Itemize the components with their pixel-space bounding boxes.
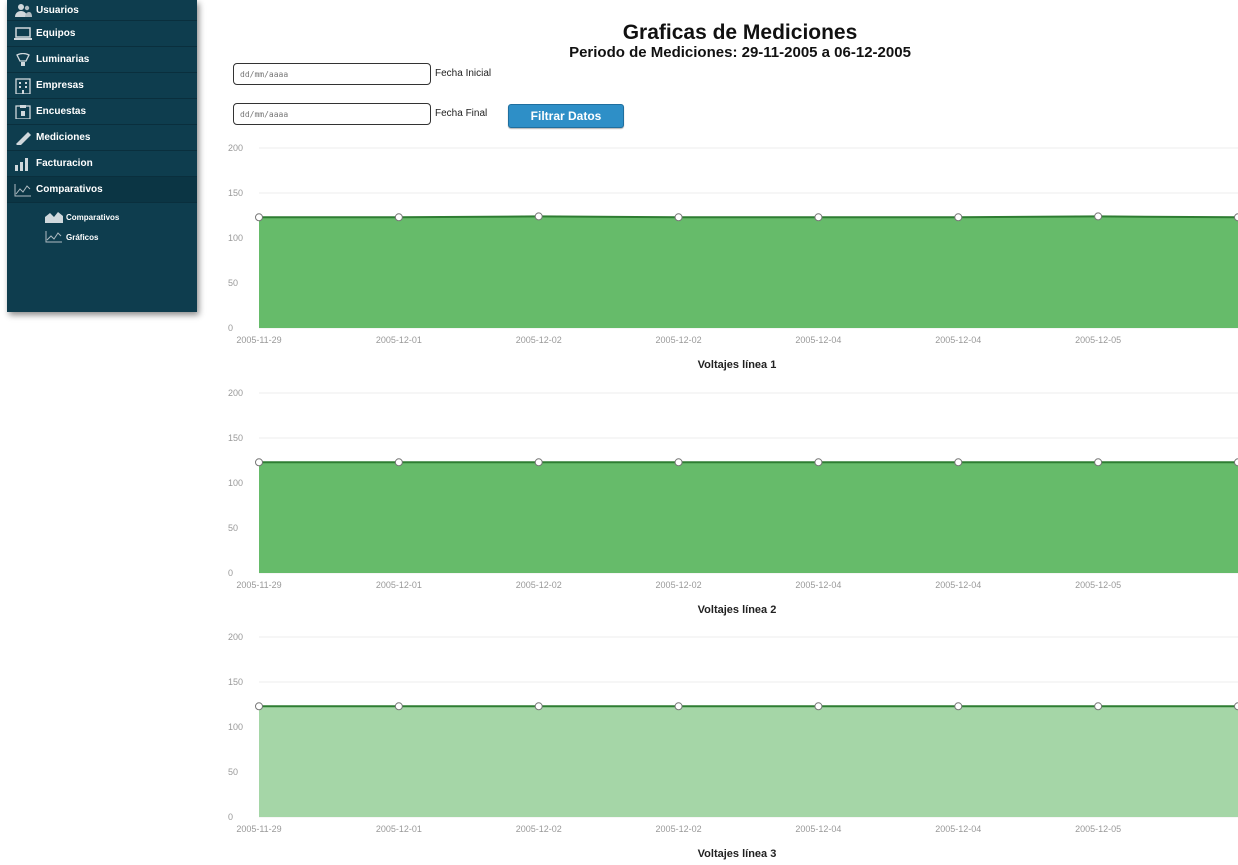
data-point[interactable] bbox=[1234, 458, 1238, 467]
data-point[interactable] bbox=[534, 212, 543, 221]
voltage-chart-line-1: 0 50 100 150 200 2005-11-29 2005-12-01 2005-12-… bbox=[228, 143, 1238, 371]
x-tick-label: 2005-12-01 bbox=[376, 824, 422, 834]
chart-title: Voltajes línea 3 bbox=[698, 848, 777, 860]
filter-button[interactable]: Filtrar Datos bbox=[508, 104, 624, 128]
y-tick-label: 150 bbox=[228, 433, 243, 443]
data-point[interactable] bbox=[814, 213, 823, 222]
data-point[interactable] bbox=[394, 702, 403, 711]
x-tick-label: 2005-11-29 bbox=[236, 335, 281, 345]
series-area bbox=[259, 706, 1238, 817]
sidebar-item-label: Luminarias bbox=[36, 54, 90, 65]
x-tick-label: 2005-12-02 bbox=[656, 580, 702, 590]
x-tick-label: 2005-12-05 bbox=[1075, 580, 1121, 590]
y-tick-label: 100 bbox=[228, 478, 243, 488]
chart-title: Voltajes línea 2 bbox=[698, 604, 777, 616]
users-icon bbox=[13, 2, 33, 18]
x-tick-label: 2005-12-04 bbox=[935, 335, 981, 345]
sidebar-item-label: Empresas bbox=[36, 80, 84, 91]
lamp-icon bbox=[13, 52, 33, 68]
y-tick-label: 150 bbox=[228, 677, 243, 687]
start-date-label: Fecha Inicial bbox=[435, 68, 492, 79]
x-tick-label: 2005-12-02 bbox=[516, 824, 562, 834]
x-tick-label: 2005-12-05 bbox=[1075, 824, 1121, 834]
period-subtitle: Periodo de Mediciones: 29-11-2005 a 06-1… bbox=[569, 44, 911, 61]
start-date-input[interactable] bbox=[233, 63, 431, 85]
data-point[interactable] bbox=[534, 458, 543, 467]
sidebar-item-label: Usuarios bbox=[36, 4, 79, 16]
sidebar-item-label: Equipos bbox=[36, 28, 76, 39]
clipboard-icon bbox=[13, 104, 33, 120]
building-icon bbox=[13, 77, 33, 94]
x-tick-label: 2005-12-04 bbox=[795, 824, 841, 834]
sidebar-item-usuarios[interactable]: Usuarios bbox=[7, 0, 197, 21]
data-point[interactable] bbox=[534, 702, 543, 711]
end-date-label: Fecha Final bbox=[435, 108, 488, 119]
data-point[interactable] bbox=[674, 458, 683, 467]
data-point[interactable] bbox=[1094, 458, 1103, 467]
y-tick-label: 0 bbox=[228, 323, 233, 333]
y-tick-label: 200 bbox=[228, 143, 243, 153]
y-tick-label: 0 bbox=[228, 812, 233, 822]
data-point[interactable] bbox=[394, 458, 403, 467]
data-point[interactable] bbox=[255, 213, 263, 222]
y-tick-label: 50 bbox=[228, 767, 238, 777]
series-area bbox=[259, 216, 1238, 328]
x-tick-label: 2005-12-01 bbox=[376, 580, 422, 590]
y-tick-label: 100 bbox=[228, 722, 243, 732]
y-tick-label: 50 bbox=[228, 278, 238, 288]
chart-title: Voltajes línea 1 bbox=[698, 359, 777, 371]
data-point[interactable] bbox=[255, 702, 263, 711]
data-point[interactable] bbox=[1234, 213, 1238, 222]
y-tick-label: 200 bbox=[228, 632, 243, 642]
x-tick-label: 2005-12-05 bbox=[1075, 335, 1121, 345]
sidebar-item-luminarias[interactable]: Luminarias bbox=[7, 47, 197, 73]
data-point[interactable] bbox=[954, 213, 963, 222]
sidebar-item-empresas[interactable]: Empresas bbox=[7, 73, 197, 99]
voltage-chart-line-3: 0 50 100 150 200 2005-11-29 2005-12-01 2005-12-… bbox=[228, 632, 1238, 860]
x-tick-label: 2005-11-29 bbox=[236, 824, 281, 834]
y-tick-label: 150 bbox=[228, 188, 243, 198]
sidebar-item-encuestas[interactable]: Encuestas bbox=[7, 99, 197, 125]
data-point[interactable] bbox=[674, 702, 683, 711]
x-tick-label: 2005-12-01 bbox=[376, 335, 422, 345]
x-tick-label: 2005-12-02 bbox=[516, 335, 562, 345]
x-tick-label: 2005-12-04 bbox=[935, 580, 981, 590]
data-point[interactable] bbox=[954, 458, 963, 467]
x-tick-label: 2005-12-02 bbox=[516, 580, 562, 590]
x-tick-label: 2005-11-29 bbox=[236, 580, 281, 590]
data-point[interactable] bbox=[954, 702, 963, 711]
voltage-chart-line-2: 0 50 100 150 200 2005-11-29 2005-12-01 2005-12-… bbox=[228, 388, 1238, 616]
x-tick-label: 2005-12-02 bbox=[656, 335, 702, 345]
series-area bbox=[259, 462, 1238, 573]
x-tick-label: 2005-12-02 bbox=[656, 824, 702, 834]
y-tick-label: 200 bbox=[228, 388, 243, 398]
y-tick-label: 0 bbox=[228, 568, 233, 578]
data-point[interactable] bbox=[1234, 702, 1238, 711]
data-point[interactable] bbox=[1094, 702, 1103, 711]
sidebar-item-equipos[interactable]: Equipos bbox=[7, 21, 197, 47]
x-tick-label: 2005-12-04 bbox=[935, 824, 981, 834]
page-title: Graficas de Mediciones bbox=[622, 21, 858, 44]
data-point[interactable] bbox=[814, 702, 823, 711]
computer-icon bbox=[13, 26, 33, 42]
end-date-input[interactable] bbox=[233, 103, 431, 125]
data-point[interactable] bbox=[674, 213, 683, 222]
sidebar-item-label: Encuestas bbox=[36, 106, 87, 117]
x-tick-label: 2005-12-04 bbox=[795, 335, 841, 345]
y-tick-label: 50 bbox=[228, 523, 238, 533]
data-point[interactable] bbox=[1094, 212, 1103, 221]
data-point[interactable] bbox=[814, 458, 823, 467]
data-point[interactable] bbox=[255, 458, 263, 467]
data-point[interactable] bbox=[394, 213, 403, 222]
y-tick-label: 100 bbox=[228, 233, 243, 243]
x-tick-label: 2005-12-04 bbox=[795, 580, 841, 590]
series-line bbox=[259, 215, 1238, 219]
